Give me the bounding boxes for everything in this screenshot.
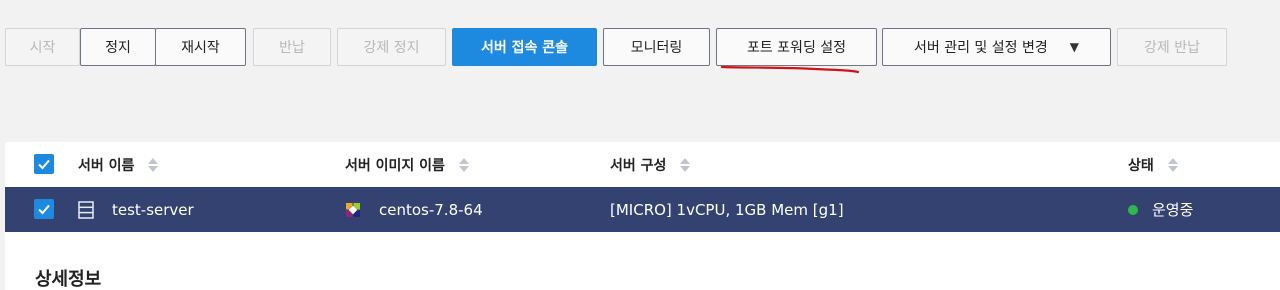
red-underline-annotation: [720, 65, 860, 74]
force-return-button[interactable]: 강제 반납: [1117, 28, 1227, 66]
stop-button[interactable]: 정지: [80, 28, 156, 66]
column-label: 서버 구성: [610, 157, 667, 174]
column-server-name[interactable]: 서버 이름: [78, 142, 159, 187]
row-checkbox[interactable]: [34, 199, 54, 219]
restart-button[interactable]: 재시작: [155, 28, 246, 66]
start-button[interactable]: 시작: [5, 28, 80, 66]
table-header: 서버 이름 서버 이미지 이름 서버 구성 상태: [5, 142, 1280, 187]
table-row[interactable]: test-server centos-7.8-64 [MICRO] 1vCPU,…: [5, 187, 1280, 232]
check-icon: [38, 204, 50, 215]
monitoring-button[interactable]: 모니터링: [603, 28, 710, 66]
column-label: 상태: [1128, 157, 1154, 174]
server-name: test-server: [112, 200, 194, 219]
column-image-name[interactable]: 서버 이미지 이름: [345, 142, 469, 187]
column-status[interactable]: 상태: [1128, 142, 1178, 187]
sort-icon: [1167, 157, 1178, 172]
status-text: 운영중: [1152, 201, 1194, 219]
detail-section-title: 상세정보: [35, 269, 102, 290]
server-name-cell: test-server: [78, 187, 194, 232]
server-manage-dropdown[interactable]: 서버 관리 및 설정 변경 ▼: [882, 28, 1111, 66]
sort-icon: [680, 157, 691, 172]
column-server-spec[interactable]: 서버 구성: [610, 142, 691, 187]
server-console-button[interactable]: 서버 접속 콘솔: [452, 28, 597, 66]
server-icon: [78, 200, 94, 219]
server-manage-label: 서버 관리 및 설정 변경: [914, 40, 1048, 56]
image-name-cell: centos-7.8-64: [345, 187, 483, 232]
status-cell: 운영중: [1128, 187, 1193, 232]
column-label: 서버 이미지 이름: [345, 157, 445, 174]
column-label: 서버 이름: [78, 157, 135, 174]
force-stop-button[interactable]: 강제 정지: [337, 28, 446, 66]
sort-icon: [148, 157, 159, 172]
caret-down-icon: ▼: [1069, 40, 1079, 54]
select-all-checkbox[interactable]: [34, 154, 54, 174]
server-table: 서버 이름 서버 이미지 이름 서버 구성 상태 test-server cen…: [5, 142, 1280, 290]
image-name: centos-7.8-64: [379, 200, 483, 219]
return-button[interactable]: 반납: [253, 28, 331, 66]
centos-logo-icon: [346, 202, 360, 217]
spec-cell: [MICRO] 1vCPU, 1GB Mem [g1]: [610, 187, 844, 232]
server-spec: [MICRO] 1vCPU, 1GB Mem [g1]: [610, 200, 844, 219]
status-dot-icon: [1128, 204, 1138, 215]
sort-icon: [458, 157, 469, 172]
port-forwarding-button[interactable]: 포트 포워딩 설정: [716, 28, 877, 66]
check-icon: [38, 159, 50, 170]
